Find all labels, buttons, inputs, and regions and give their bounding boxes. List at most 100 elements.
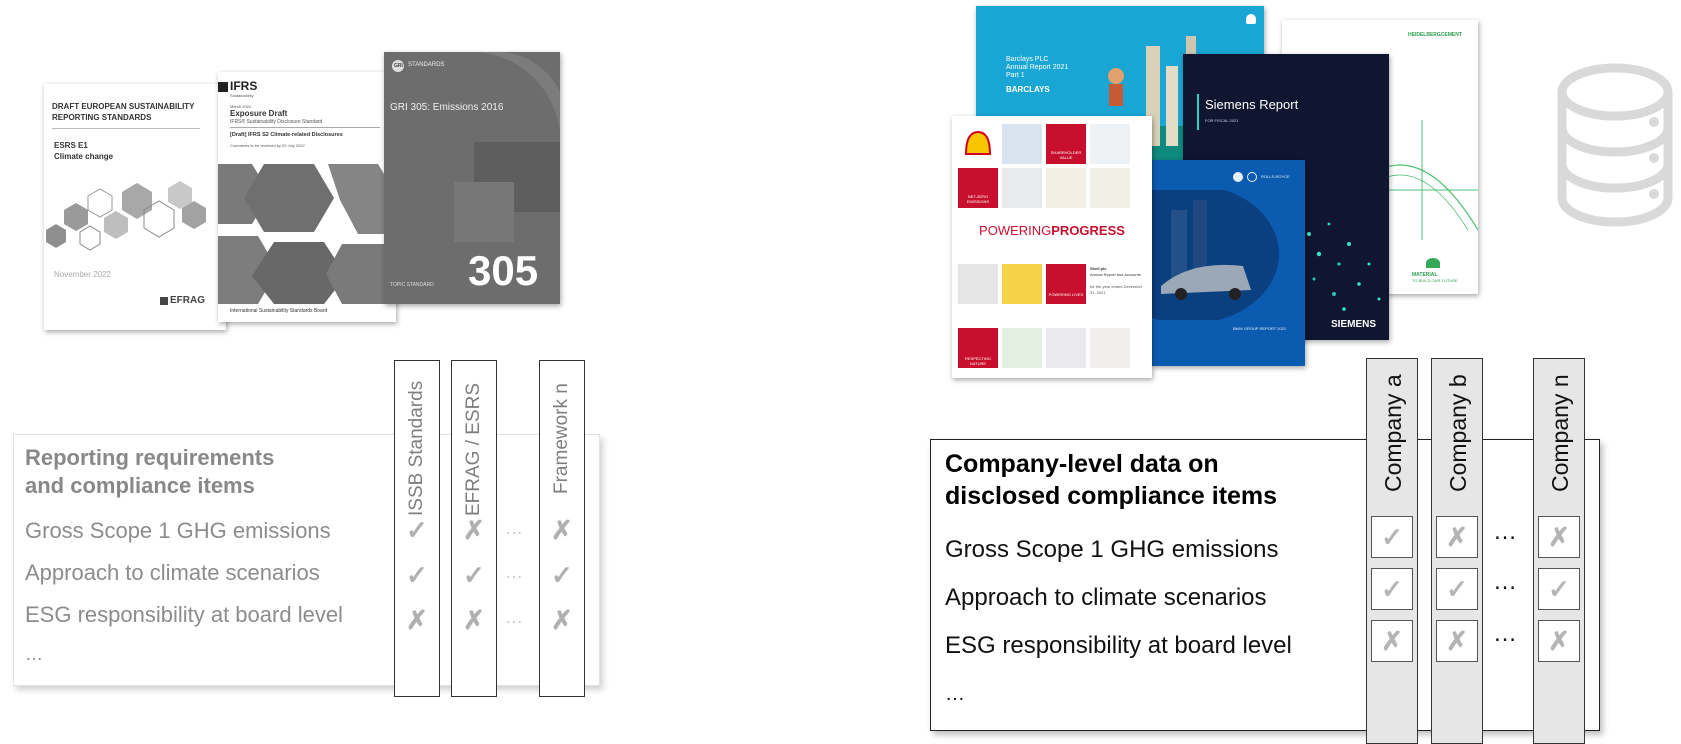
mark-issb-row2: ✓ [406,560,428,590]
requirement-row-3: ESG responsibility at board level [25,602,343,627]
hexagon-graphic-icon [218,164,396,304]
tile-net-zero: NET-ZERO EMISSIONS [958,168,998,208]
shell-banner: POWERINGPROGRESS [952,224,1152,238]
ifrs-standard: IFRS® Sustainability Disclosure Standard [230,119,323,125]
tile-trees-icon [1002,328,1042,368]
gri-title: GRI 305: Emissions 2016 [390,102,504,113]
company-column-a-label: Company a [1380,374,1406,492]
mark-issb-row1: ✓ [406,515,428,545]
gri-305-document: GRI STANDARDS GRI 305: Emissions 2016 30… [384,52,560,304]
efrag-date: November 2022 [54,270,111,279]
efrag-title-line1: DRAFT EUROPEAN SUSTAINABILITY [52,102,195,111]
tile-respecting-nature: RESPECTING NATURE [958,328,998,368]
company-data-title: Company-level data on disclosed complian… [945,448,1305,512]
company-gap-dots-2: … [1493,568,1519,595]
column-gap-dots-2: … [505,562,525,582]
company-row-2: Approach to climate scenarios [945,584,1267,611]
requirements-title-line1: Reporting requirements [25,445,275,470]
shell-side-2: Annual Report and Accounts [1090,272,1141,277]
mark-issb-row3: ✗ [406,605,428,635]
column-gap-dots-3: … [505,607,525,627]
company-gap-dots-3: … [1493,620,1519,647]
efrag-logo-text: EFRAG [170,295,205,306]
bmw-group-report: ROLLS-ROYCE BMW GROUP REPORT 2021 [1151,160,1305,366]
tile-building-icon [1002,168,1042,208]
barclays-line1: Barclays PLC [1006,56,1049,63]
check-company-b-row1: ✗ [1436,516,1478,558]
requirement-row-1: Gross Scope 1 GHG emissions [25,518,331,543]
ifrs-draft-title: [Draft] IFRS S2 Climate-related Disclosu… [230,132,343,138]
barclays-brand: BARCLAYS [1006,85,1050,94]
company-column-n-label: Company n [1547,374,1573,492]
mini-logo-icon [1247,172,1257,182]
check-company-a-row2: ✓ [1371,568,1413,610]
check-company-n-row2: ✓ [1538,568,1580,610]
barclays-line3: Part 1 [1006,72,1025,79]
gri-logo-text: STANDARDS [408,62,445,68]
hexagon-pattern-icon [46,181,206,251]
company-column-b-label: Company b [1445,374,1471,492]
requirement-row-2: Approach to climate scenarios [25,560,320,585]
tile-refinery-icon [1002,124,1042,164]
company-data-title-line2: disclosed compliance items [945,482,1278,510]
check-company-a-row3: ✗ [1371,620,1413,662]
ifrs-comments: Comments to be received by 29 July 2022 [230,143,305,148]
company-row-1: Gross Scope 1 GHG emissions [945,536,1279,563]
requirements-title: Reporting requirements and compliance it… [25,444,355,500]
ifrs-logo-icon [218,82,228,92]
efrag-logo-icon [160,297,168,305]
siemens-brand: SIEMENS [1331,319,1377,330]
column-gap-dots-1: … [505,518,525,538]
bmw-footer: BMW GROUP REPORT 2021 [1233,326,1287,331]
efrag-subtitle: Climate change [54,152,114,161]
company-data-title-line1: Company-level data on [945,450,1219,478]
gri-number: 305 [468,247,539,294]
ifrs-divider [230,127,380,128]
check-company-b-row3: ✗ [1436,620,1478,662]
mark-efrag-row1: ✗ [463,515,485,545]
ifrs-s2-document: IFRS Sustainability March 2022 Exposure … [218,72,396,322]
siemens-sub: FOR FISCAL 2021 [1205,118,1239,123]
gri-logo-graphic-icon [454,52,560,242]
check-company-n-row1: ✗ [1538,516,1580,558]
mark-efrag-row2: ✓ [463,560,485,590]
tile-shareholder-value: SHAREHOLDER VALUE [1046,124,1086,164]
efrag-code: ESRS E1 [54,141,88,150]
check-company-n-row3: ✗ [1538,620,1580,662]
framework-column-efrag-label: EFRAG / ESRS [463,382,484,516]
shell-logo-icon [958,124,998,164]
shell-annual-report: SHAREHOLDER VALUE NET-ZERO EMISSIONS POW… [952,116,1152,378]
heidelberg-brand: HEIDELBERGCEMENT [1408,32,1462,38]
bmw-logo-icon [1233,172,1243,182]
tile-wind-turbine-icon [1090,124,1130,164]
heidelberg-leaf-icon [1426,258,1440,268]
mark-efrag-row3: ✗ [463,605,485,635]
tile-house-icon [958,264,998,304]
tile-tractor-icon [1090,168,1130,208]
ifrs-logo-sub: Sustainability [230,93,254,98]
requirement-row-4: … [25,644,43,664]
tile-powering-lives: POWERING LIVES [1046,264,1086,304]
heidelberg-tagline2: TO BUILD OUR FUTURE [1412,278,1458,283]
shell-banner-part1: POWERING [979,223,1052,238]
framework-column-issb-label: ISSB Standards [406,380,427,516]
efrag-divider [52,128,200,129]
efrag-title-line2: REPORTING STANDARDS [52,113,152,122]
siemens-title: Siemens Report [1205,97,1299,112]
ifrs-doc-type: Exposure Draft [230,109,288,118]
gri-footer: TOPIC STANDARD [390,282,434,288]
barclays-eagle-icon [1246,14,1256,24]
siemens-accent-bar [1197,94,1199,130]
mark-n-row1: ✗ [551,515,573,545]
ifrs-footer: International Sustainability Standards B… [230,308,328,314]
barclays-line2: Annual Report 2021 [1006,64,1069,71]
tile-helmet-icon [1002,264,1042,304]
bmw-brand-right: ROLLS-ROYCE [1261,174,1290,179]
shell-side-3: for the year ended December 31, 2021 [1090,284,1143,295]
requirements-title-line2: and compliance items [25,473,255,498]
check-company-b-row2: ✓ [1436,568,1478,610]
company-row-4: … [945,683,965,705]
company-gap-dots-1: … [1493,518,1519,545]
efrag-esrs-document: DRAFT EUROPEAN SUSTAINABILITY REPORTING … [44,84,226,330]
tile-vehicles-icon [1090,328,1130,368]
